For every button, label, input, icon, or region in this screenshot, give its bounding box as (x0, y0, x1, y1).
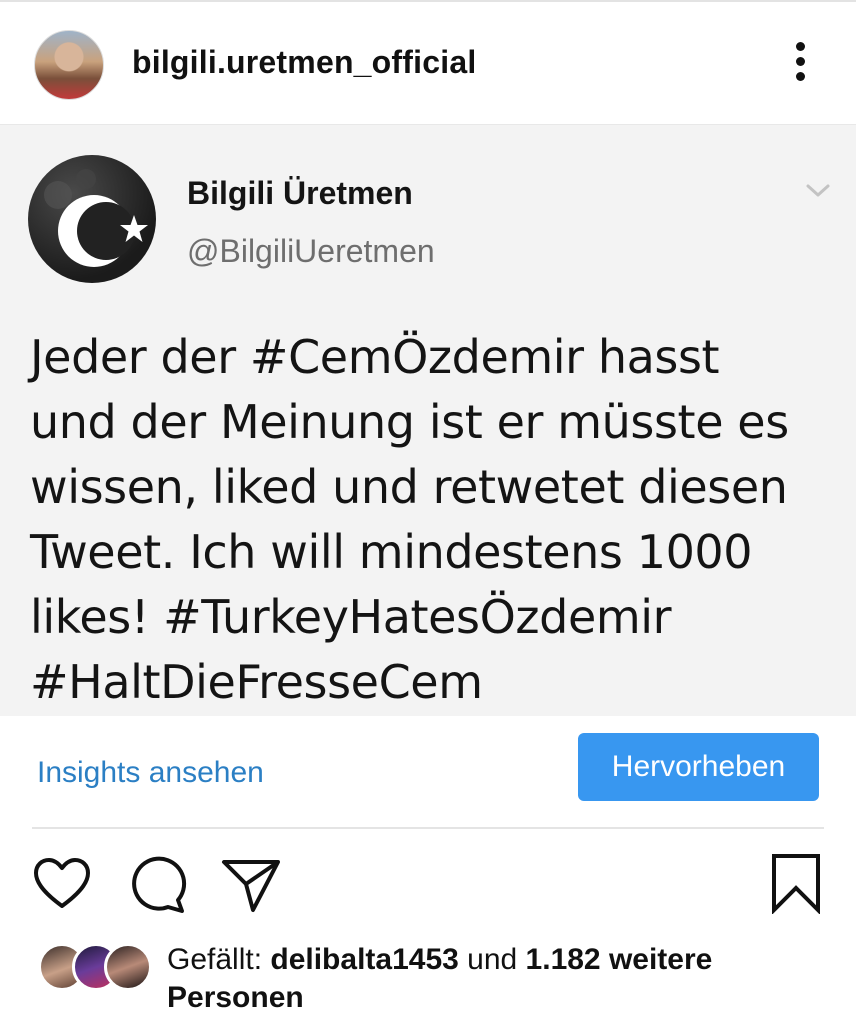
liker-avatar (104, 943, 152, 991)
tweet-handle: @BilgiliUeretmen (187, 233, 435, 269)
likes-summary[interactable]: Gefällt: delibalta1453 und 1.182 weitere… (0, 935, 856, 1024)
tweet-text: Jeder der #CemÖzdemir hasst und der Mein… (30, 325, 830, 715)
comment-icon[interactable] (128, 856, 188, 914)
tweet-text-line: Jeder der #CemÖzdemir hasst (30, 330, 720, 384)
username[interactable]: bilgili.uretmen_official (132, 44, 476, 81)
profile-avatar[interactable] (34, 30, 104, 100)
heart-icon[interactable] (32, 856, 92, 912)
bookmark-icon[interactable] (768, 852, 824, 914)
divider (32, 827, 824, 829)
chevron-down-icon[interactable] (804, 181, 832, 201)
promote-button[interactable]: Hervorheben (578, 733, 819, 801)
tweet-text-line: wissen, liked und retwetet diesen (30, 460, 788, 514)
owner-actions-bar: Insights ansehen Hervorheben (0, 716, 856, 828)
post-image[interactable]: Bilgili Üretmen @BilgiliUeretmen Jeder d… (0, 124, 856, 717)
tweet-avatar (28, 155, 156, 283)
tweet-text-line: Tweet. Ich will mindestens 1000 (30, 525, 753, 579)
tweet-display-name: Bilgili Üretmen (187, 175, 413, 211)
liker-username[interactable]: delibalta1453 (270, 943, 458, 976)
tweet-text-line: likes! #TurkeyHatesÖzdemir (30, 590, 672, 644)
likes-prefix: Gefällt: (167, 943, 271, 976)
share-icon[interactable] (220, 856, 282, 914)
likes-connector: und (458, 943, 526, 976)
tweet-text-line: #HaltDieFresseCem (30, 655, 483, 709)
engagement-icons (0, 850, 856, 920)
view-insights-link[interactable]: Insights ansehen (37, 756, 264, 790)
more-vertical-icon[interactable] (790, 42, 810, 88)
tweet-text-line: und der Meinung ist er müsste es (30, 395, 789, 449)
post-header: bilgili.uretmen_official (0, 0, 856, 124)
crescent-star-icon (44, 169, 148, 267)
likes-text: Gefällt: delibalta1453 und 1.182 weitere… (167, 941, 827, 1017)
